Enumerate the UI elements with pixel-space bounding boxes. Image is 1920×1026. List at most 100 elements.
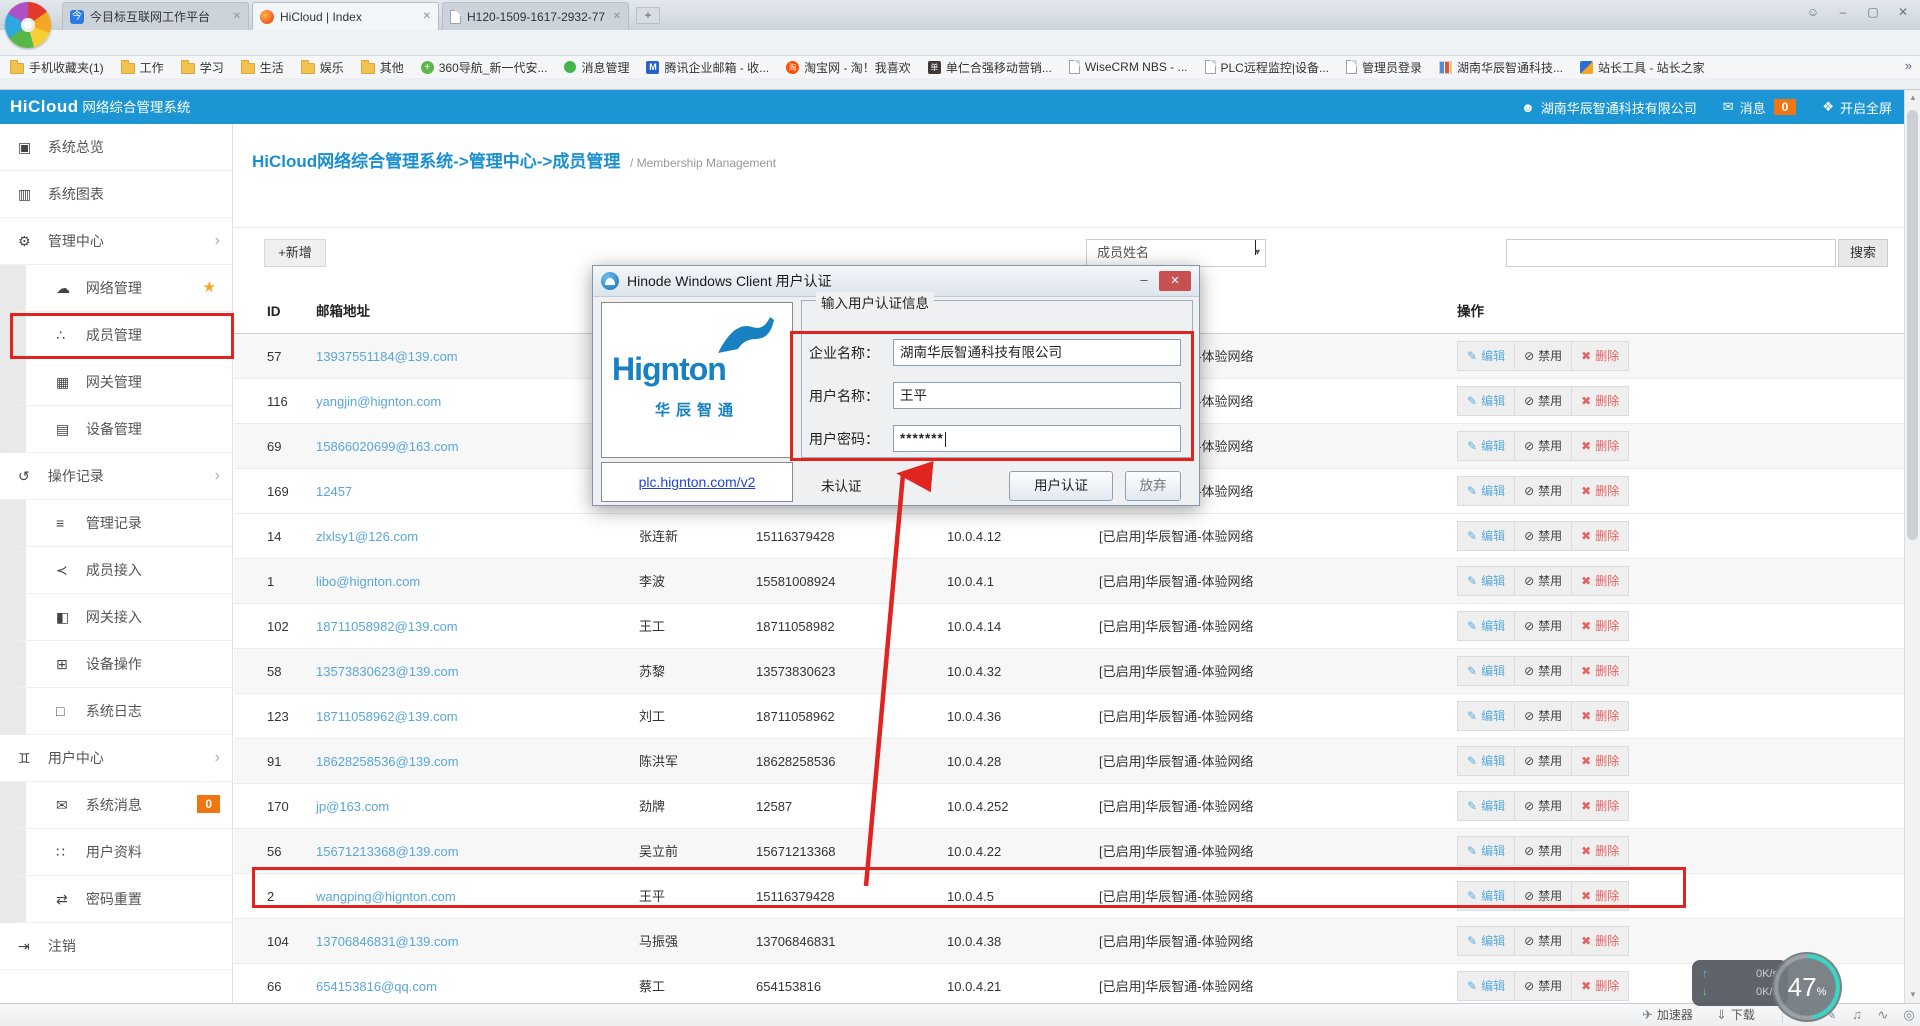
bookmark-360nav[interactable]: + 360导航_新一代安...	[421, 59, 548, 76]
username-field[interactable]: 王平	[893, 382, 1181, 409]
bookmark-life[interactable]: 生活	[241, 59, 284, 76]
sidebar-item-password-reset[interactable]: ⇄ 密码重置	[0, 876, 232, 923]
edit-button[interactable]: ✎编辑	[1457, 926, 1515, 956]
sidebar-item-system-messages[interactable]: ✉ 系统消息 0	[0, 782, 232, 829]
company-account[interactable]: ☻ 湖南华辰智通科技有限公司	[1521, 98, 1697, 117]
member-email-link[interactable]: 18711058962@139.com	[316, 694, 458, 739]
edit-button[interactable]: ✎编辑	[1457, 476, 1515, 506]
scroll-up-icon[interactable]: ▲	[1905, 90, 1920, 106]
disable-button[interactable]: ⊘禁用	[1514, 926, 1572, 956]
accelerator-button[interactable]: ✈ 加速器	[1642, 1004, 1693, 1026]
company-name-field[interactable]: 湖南华辰智通科技有限公司	[893, 339, 1181, 366]
new-tab-button[interactable]: +	[636, 7, 660, 24]
member-email-link[interactable]: 18628258536@139.com	[316, 739, 459, 784]
sidebar-item-system-log[interactable]: □ 系统日志	[0, 688, 232, 735]
sidebar-item-user-center[interactable]: ♊ 用户中心 ›	[0, 735, 232, 782]
disable-button[interactable]: ⊘禁用	[1514, 431, 1572, 461]
disable-button[interactable]: ⊘禁用	[1514, 566, 1572, 596]
dialog-minimize-button[interactable]: –	[1129, 271, 1159, 291]
delete-button[interactable]: ✖删除	[1571, 386, 1629, 416]
disable-button[interactable]: ⊘禁用	[1514, 881, 1572, 911]
bookmark-other[interactable]: 其他	[361, 59, 404, 76]
delete-button[interactable]: ✖删除	[1571, 971, 1629, 1001]
restore-button[interactable]: ▢	[1858, 3, 1888, 21]
bookmark-tencent-mail[interactable]: M 腾讯企业邮箱 - 收...	[646, 59, 769, 76]
edit-button[interactable]: ✎编辑	[1457, 566, 1515, 596]
add-member-button[interactable]: +新增	[264, 239, 326, 267]
sidebar-item-gateway-mgmt[interactable]: ▦ 网关管理	[0, 359, 232, 406]
member-email-link[interactable]: 15671213368@139.com	[316, 829, 459, 874]
member-email-link[interactable]: 12457	[316, 469, 352, 514]
skin-icon[interactable]: ☺	[1798, 3, 1828, 21]
dialog-close-button[interactable]: ✕	[1159, 271, 1191, 291]
delete-button[interactable]: ✖删除	[1571, 611, 1629, 641]
delete-button[interactable]: ✖删除	[1571, 701, 1629, 731]
member-email-link[interactable]: zlxlsy1@126.com	[316, 514, 418, 559]
bookmark-wisecrm[interactable]: WiseCRM NBS - ...	[1069, 60, 1188, 74]
delete-button[interactable]: ✖删除	[1571, 881, 1629, 911]
sidebar-item-manage-center[interactable]: ⚙ 管理中心 ›	[0, 218, 232, 265]
filter-select[interactable]: 成员姓名 ▾	[1086, 239, 1266, 267]
tab-jinmubiao[interactable]: 今 今目标互联网工作平台 ✕	[62, 2, 249, 30]
delete-button[interactable]: ✖删除	[1571, 656, 1629, 686]
member-email-link[interactable]: yangjin@hignton.com	[316, 379, 441, 424]
download-button[interactable]: ⇓ 下载	[1716, 1004, 1755, 1026]
tab-close-icon[interactable]: ✕	[233, 11, 241, 22]
hignton-link[interactable]: plc.hignton.com/v2	[639, 474, 756, 490]
edit-button[interactable]: ✎编辑	[1457, 746, 1515, 776]
delete-button[interactable]: ✖删除	[1571, 926, 1629, 956]
member-email-link[interactable]: 13706846831@139.com	[316, 919, 459, 964]
tab-h120[interactable]: H120-1509-1617-2932-77 ✕	[442, 2, 629, 30]
sidebar-item-overview[interactable]: ▣ 系统总览	[0, 124, 232, 171]
sidebar-item-device-ops[interactable]: ⊞ 设备操作	[0, 641, 232, 688]
disable-button[interactable]: ⊘禁用	[1514, 701, 1572, 731]
wave-icon[interactable]: ∿	[1872, 1004, 1894, 1026]
delete-button[interactable]: ✖删除	[1571, 521, 1629, 551]
member-email-link[interactable]: 18711058982@139.com	[316, 604, 458, 649]
sidebar-item-logout[interactable]: ⇥ 注销	[0, 923, 232, 970]
disable-button[interactable]: ⊘禁用	[1514, 656, 1572, 686]
abandon-button[interactable]: 放弃	[1125, 471, 1181, 501]
edit-button[interactable]: ✎编辑	[1457, 836, 1515, 866]
member-email-link[interactable]: 13937551184@139.com	[316, 334, 458, 379]
bookmark-huachen[interactable]: 湖南华辰智通科技...	[1439, 59, 1563, 76]
edit-button[interactable]: ✎编辑	[1457, 656, 1515, 686]
password-field[interactable]: *******	[893, 425, 1181, 452]
edit-button[interactable]: ✎编辑	[1457, 971, 1515, 1001]
delete-button[interactable]: ✖删除	[1571, 836, 1629, 866]
disable-button[interactable]: ⊘禁用	[1514, 746, 1572, 776]
sidebar-item-charts[interactable]: ▥ 系统图表	[0, 171, 232, 218]
media-icon[interactable]: ♫	[1846, 1004, 1868, 1026]
bookmark-shanren[interactable]: 单 单仁合强移动营销...	[928, 59, 1052, 76]
sidebar-item-user-profile[interactable]: ∷ 用户资料	[0, 829, 232, 876]
member-search-input[interactable]	[1506, 239, 1836, 267]
edit-button[interactable]: ✎编辑	[1457, 611, 1515, 641]
scrollbar-thumb[interactable]	[1907, 110, 1918, 540]
sidebar-item-member-mgmt[interactable]: ∴ 成员管理	[0, 312, 232, 359]
edit-button[interactable]: ✎编辑	[1457, 521, 1515, 551]
bookmark-mobile-favorites[interactable]: 手机收藏夹(1)	[10, 59, 104, 76]
delete-button[interactable]: ✖删除	[1571, 341, 1629, 371]
delete-button[interactable]: ✖删除	[1571, 476, 1629, 506]
disable-button[interactable]: ⊘禁用	[1514, 791, 1572, 821]
sidebar-item-network-mgmt[interactable]: ☁ 网络管理 ★	[0, 265, 232, 312]
authenticate-button[interactable]: 用户认证	[1009, 471, 1113, 501]
bookmark-study[interactable]: 学习	[181, 59, 224, 76]
edit-button[interactable]: ✎编辑	[1457, 701, 1515, 731]
disable-button[interactable]: ⊘禁用	[1514, 521, 1572, 551]
tab-close-icon[interactable]: ✕	[423, 11, 431, 22]
close-button[interactable]: ✕	[1888, 3, 1918, 21]
sidebar-item-manage-records[interactable]: ≡ 管理记录	[0, 500, 232, 547]
disable-button[interactable]: ⊘禁用	[1514, 476, 1572, 506]
delete-button[interactable]: ✖删除	[1571, 566, 1629, 596]
minimize-button[interactable]: –	[1828, 3, 1858, 21]
sidebar-item-member-access[interactable]: ≺ 成员接入	[0, 547, 232, 594]
tab-hicloud[interactable]: HiCloud | Index ✕	[252, 2, 439, 30]
disable-button[interactable]: ⊘禁用	[1514, 971, 1572, 1001]
disable-button[interactable]: ⊘禁用	[1514, 836, 1572, 866]
page-scrollbar[interactable]: ▲ ▼	[1904, 90, 1920, 1003]
bookmark-plc-monitor[interactable]: PLC远程监控|设备...	[1205, 59, 1329, 76]
delete-button[interactable]: ✖删除	[1571, 791, 1629, 821]
bookmark-taobao[interactable]: 淘 淘宝网 - 淘！我喜欢	[786, 59, 911, 76]
disable-button[interactable]: ⊘禁用	[1514, 386, 1572, 416]
